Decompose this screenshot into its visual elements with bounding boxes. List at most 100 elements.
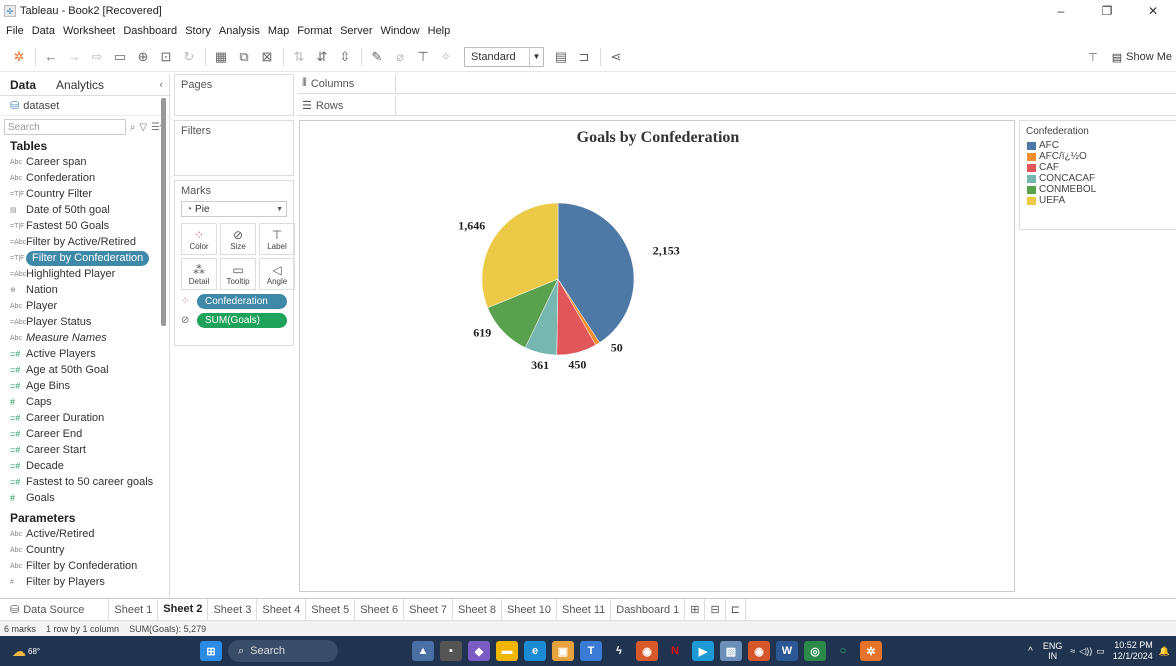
field-search-input[interactable]: Search	[4, 119, 126, 135]
data-pane-scrollbar[interactable]	[161, 98, 166, 326]
new-worksheet-tab-icon[interactable]: ⊞	[685, 598, 706, 621]
fit-dropdown[interactable]: Standard ▼	[464, 46, 544, 67]
new-dashboard-tab-icon[interactable]: ⊟	[705, 598, 726, 621]
marks-pill-color[interactable]: ⁘ Confederation	[181, 294, 287, 309]
tab-analytics[interactable]: Analytics	[46, 78, 114, 92]
minimize-button[interactable]: –	[1038, 0, 1084, 22]
field-item[interactable]: Abc Country	[0, 542, 169, 558]
field-item[interactable]: =# Decade	[0, 458, 169, 474]
mark-type-dropdown[interactable]: ◔ Pie ▼	[181, 201, 287, 217]
sort-ascending-icon[interactable]: ⇵	[311, 46, 333, 68]
word-app-icon[interactable]: W	[776, 641, 798, 661]
legend-item[interactable]: CAF	[1020, 162, 1176, 173]
field-item[interactable]: Abc Filter by Confederation	[0, 558, 169, 574]
legend-item[interactable]: CONCACAF	[1020, 173, 1176, 184]
legend-item[interactable]: UEFA	[1020, 195, 1176, 206]
sheet-tab[interactable]: Sheet 1	[109, 598, 159, 621]
field-item[interactable]: Abc Measure Names	[0, 330, 169, 346]
sheet-tab[interactable]: Sheet 11	[557, 598, 612, 621]
menu-format[interactable]: Format	[297, 25, 332, 37]
chevron-up-icon[interactable]: ^	[1028, 646, 1033, 657]
chrome-profile-icon[interactable]: ◉	[748, 641, 770, 661]
columns-shelf[interactable]: ⦀ Columns	[298, 73, 1176, 94]
sheet-tab[interactable]: Sheet 5	[306, 598, 356, 621]
confederation-pill[interactable]: Confederation	[197, 294, 287, 309]
sort-descending-icon[interactable]: ⇳	[334, 46, 356, 68]
legend-item[interactable]: CONMEBOL	[1020, 184, 1176, 195]
field-item[interactable]: =# Fastest to 50 career goals	[0, 474, 169, 490]
group-icon[interactable]: ⌀	[389, 46, 411, 68]
taskbar-search[interactable]: ⌕ Search	[228, 640, 338, 662]
field-item[interactable]: =T|F Country Filter	[0, 186, 169, 202]
field-item[interactable]: ▤ Date of 50th goal	[0, 202, 169, 218]
tableau-taskbar-icon[interactable]: ✲	[860, 641, 882, 661]
field-item[interactable]: =T|F Fastest 50 Goals	[0, 218, 169, 234]
field-item[interactable]: Abc Career span	[0, 154, 169, 170]
menu-dashboard[interactable]: Dashboard	[123, 25, 177, 37]
field-item[interactable]: =# Age Bins	[0, 378, 169, 394]
windows-start-icon[interactable]: ⊞	[200, 641, 222, 661]
field-item[interactable]: =Abc Filter by Active/Retired	[0, 234, 169, 250]
netflix-app-icon[interactable]: N	[664, 641, 686, 661]
copilot-app-icon[interactable]: ◆	[468, 641, 490, 661]
notification-bell-icon[interactable]: 🔔	[1159, 646, 1170, 657]
datasource-tab[interactable]: ⛁ Data Source	[0, 598, 110, 621]
power-automate-icon[interactable]: ϟ	[608, 641, 630, 661]
detail-button[interactable]: ⁂ Detail	[181, 258, 217, 290]
chrome-app-icon[interactable]: ◉	[636, 641, 658, 661]
volume-icon[interactable]: ◁))	[1079, 646, 1092, 657]
field-item[interactable]: # Goals	[0, 490, 169, 506]
duplicate-sheet-icon[interactable]: ⧉	[233, 46, 255, 68]
save-icon[interactable]: ▭	[109, 46, 131, 68]
sheet-tab[interactable]: Sheet 8	[453, 598, 502, 621]
wifi-icon[interactable]: ≈	[1070, 646, 1075, 656]
battery-icon[interactable]: ▭	[1096, 646, 1105, 657]
widgets-app-icon[interactable]: ▲	[412, 641, 434, 661]
menu-data[interactable]: Data	[32, 25, 55, 37]
record-app-icon[interactable]: ○	[832, 641, 854, 661]
label-button[interactable]: ⊤ Label	[259, 223, 295, 255]
sheet-tab[interactable]: Sheet 4	[257, 598, 307, 621]
sum-goals-pill[interactable]: SUM(Goals)	[197, 313, 287, 328]
photos-app-icon[interactable]: ▨	[720, 641, 742, 661]
pie-chart[interactable]: 2,153 50 450 361 619 1,646	[300, 121, 1016, 593]
sheet-tab[interactable]: Sheet 10	[502, 598, 558, 621]
collapse-pane-icon[interactable]: ‹	[159, 79, 163, 91]
pages-card[interactable]: Pages	[174, 74, 294, 116]
undo-icon[interactable]: ←	[40, 46, 62, 68]
teams-app-icon[interactable]: T	[580, 641, 602, 661]
swap-icon[interactable]: ⇅	[288, 46, 310, 68]
replay-icon[interactable]: ⇨	[86, 46, 108, 68]
pin-icon[interactable]: ✧	[435, 46, 457, 68]
legend-item[interactable]: AFC/ï¿½O	[1020, 151, 1176, 162]
field-item[interactable]: =# Career Duration	[0, 410, 169, 426]
field-item[interactable]: =T|F Filter by Confederation	[0, 250, 169, 266]
clear-sheet-icon[interactable]: ⊠	[256, 46, 278, 68]
new-story-tab-icon[interactable]: ⊏	[726, 598, 746, 621]
menu-map[interactable]: Map	[268, 25, 289, 37]
clock[interactable]: 10:52 PM 12/1/2024	[1113, 640, 1153, 662]
task-view-icon[interactable]: ▪	[440, 641, 462, 661]
close-button[interactable]: ✕	[1130, 0, 1176, 22]
file-explorer-icon[interactable]: ▬	[496, 641, 518, 661]
store-app-icon[interactable]: ▣	[552, 641, 574, 661]
field-item[interactable]: Abc Active/Retired	[0, 526, 169, 542]
pause-updates-icon[interactable]: ⊡	[155, 46, 177, 68]
sheet-tab[interactable]: Sheet 2	[158, 598, 209, 621]
presentation-icon[interactable]: ⊐	[573, 46, 595, 68]
show-me-button[interactable]: ⊤ ▤ Show Me	[1088, 46, 1172, 68]
menu-worksheet[interactable]: Worksheet	[63, 25, 115, 37]
menu-server[interactable]: Server	[340, 25, 372, 37]
show-cards-icon[interactable]: ▤	[550, 46, 572, 68]
worksheet-view[interactable]: Goals by Confederation 2,153 50 450 361 619 1…	[299, 120, 1015, 592]
datasource-item[interactable]: ⛁ dataset	[0, 96, 169, 116]
weather-widget[interactable]: ☁ 68°	[0, 643, 60, 660]
field-item[interactable]: =# Age at 50th Goal	[0, 362, 169, 378]
legend-item[interactable]: AFC	[1020, 140, 1176, 151]
field-item[interactable]: =Abc Highlighted Player	[0, 266, 169, 282]
tab-data[interactable]: Data	[0, 78, 46, 92]
field-item[interactable]: =Abc Player Status	[0, 314, 169, 330]
size-button[interactable]: ⊘ Size	[220, 223, 256, 255]
field-item[interactable]: =# Career End	[0, 426, 169, 442]
field-item[interactable]: # Filter by Players	[0, 574, 169, 590]
